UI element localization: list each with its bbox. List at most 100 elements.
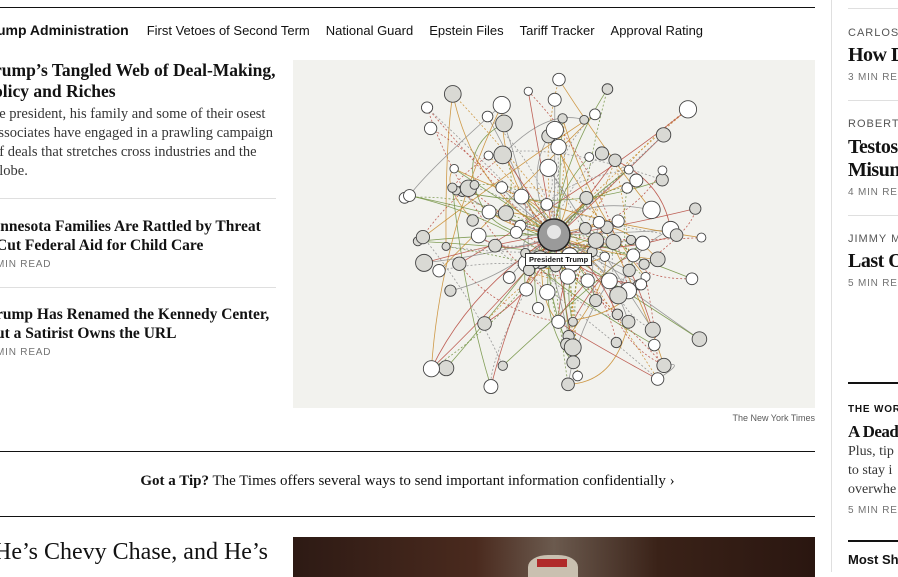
network-node[interactable] (470, 227, 487, 244)
network-node[interactable] (550, 138, 567, 156)
network-node[interactable] (519, 282, 534, 297)
network-node[interactable] (592, 216, 606, 229)
network-node[interactable] (420, 101, 434, 114)
network-node[interactable] (422, 360, 440, 378)
network-node[interactable] (559, 268, 576, 285)
network-node[interactable] (605, 234, 622, 250)
network-node[interactable] (655, 127, 672, 143)
network-node[interactable] (589, 294, 603, 308)
network-node[interactable] (594, 146, 610, 161)
network-node[interactable] (649, 251, 666, 268)
network-node[interactable] (656, 357, 672, 373)
network-node[interactable] (557, 113, 568, 124)
network-node[interactable] (452, 256, 467, 271)
network-node[interactable] (483, 379, 499, 394)
rail-feature-headline[interactable]: A Dead (848, 420, 898, 443)
network-node[interactable] (584, 152, 595, 162)
network-node[interactable] (623, 164, 634, 175)
nav-section-title[interactable]: ump Administration (0, 22, 129, 38)
network-node[interactable] (509, 225, 523, 239)
network-node[interactable] (513, 188, 530, 205)
network-node[interactable] (601, 83, 614, 95)
network-node[interactable] (669, 228, 684, 242)
network-node[interactable] (579, 191, 594, 205)
network-node[interactable] (626, 248, 641, 263)
deal-network-graphic[interactable]: President Trump (293, 60, 815, 408)
network-node[interactable] (561, 377, 575, 392)
nav-link-vetoes[interactable]: First Vetoes of Second Term (147, 23, 310, 38)
story-headline-minnesota[interactable]: innesota Families Are Rattled by Threat … (0, 217, 281, 255)
network-node[interactable] (621, 182, 633, 194)
network-node[interactable] (522, 263, 536, 277)
network-node[interactable] (481, 204, 497, 220)
tip-promo[interactable]: Got a Tip? The Times offers several ways… (0, 473, 815, 490)
network-node[interactable] (545, 120, 564, 140)
network-node[interactable] (551, 314, 566, 329)
network-node[interactable] (689, 202, 702, 215)
network-node[interactable] (608, 153, 622, 167)
bottom-story-photo[interactable] (293, 537, 815, 577)
rail-headline[interactable]: Testoste Misund (848, 136, 898, 182)
network-node[interactable] (691, 331, 708, 347)
network-node[interactable] (438, 360, 455, 377)
network-node[interactable] (469, 180, 480, 190)
network-node[interactable] (589, 108, 601, 121)
nav-link-tariff-tracker[interactable]: Tariff Tracker (520, 23, 595, 38)
network-node[interactable] (611, 308, 624, 321)
network-node[interactable] (547, 92, 562, 107)
network-node[interactable] (441, 241, 451, 251)
network-node[interactable] (477, 316, 492, 331)
network-node[interactable] (638, 258, 650, 270)
network-node[interactable] (696, 232, 707, 243)
network-node[interactable] (483, 150, 494, 161)
network-node[interactable] (563, 338, 582, 357)
network-node[interactable] (625, 234, 637, 246)
network-node[interactable] (622, 263, 636, 278)
network-node[interactable] (650, 372, 665, 386)
network-node[interactable] (466, 214, 479, 227)
story-headline-kennedy-center[interactable]: rump Has Renamed the Kennedy Center, ut … (0, 305, 281, 343)
network-node[interactable] (648, 338, 661, 352)
bottom-story-headline[interactable]: He’s Chevy Chase, and He’s (0, 538, 284, 566)
network-node[interactable] (493, 145, 512, 165)
nav-link-national-guard[interactable]: National Guard (326, 23, 413, 38)
rail-most-shared-heading[interactable]: Most Sh (848, 552, 898, 567)
network-node[interactable] (610, 336, 622, 349)
network-node[interactable] (644, 321, 661, 338)
network-node[interactable] (601, 272, 618, 290)
network-node[interactable] (642, 200, 661, 220)
network-node[interactable] (423, 121, 438, 136)
network-node[interactable] (599, 251, 610, 262)
network-node[interactable] (432, 264, 446, 278)
lead-story-summary[interactable]: he president, his family and some of the… (0, 105, 277, 181)
network-node[interactable] (579, 222, 592, 235)
network-node[interactable] (415, 230, 431, 245)
network-node[interactable] (495, 114, 513, 133)
network-node[interactable] (449, 164, 459, 174)
network-node[interactable] (572, 370, 583, 382)
rail-headline[interactable]: How Di (848, 44, 898, 67)
network-node[interactable] (447, 182, 458, 193)
network-node[interactable] (497, 205, 514, 222)
network-node[interactable] (635, 278, 648, 291)
network-node[interactable] (539, 158, 558, 177)
lead-story-headline[interactable]: rump’s Tangled Web of Deal-Making, olicy… (0, 60, 279, 102)
network-node[interactable] (443, 85, 462, 103)
nav-link-epstein-files[interactable]: Epstein Files (429, 23, 503, 38)
network-node[interactable] (568, 316, 578, 327)
network-node[interactable] (497, 360, 508, 371)
network-node[interactable] (539, 284, 556, 301)
network-node[interactable] (611, 214, 625, 228)
network-node[interactable] (403, 189, 416, 202)
network-node[interactable] (415, 253, 434, 272)
rail-kicker[interactable]: THE WOR (848, 404, 898, 415)
network-node[interactable] (635, 235, 651, 251)
network-node[interactable] (532, 301, 545, 315)
network-node[interactable] (492, 95, 511, 115)
network-node[interactable] (685, 272, 699, 286)
nav-link-approval-rating[interactable]: Approval Rating (611, 23, 704, 38)
network-node[interactable] (495, 181, 508, 194)
network-node[interactable] (579, 114, 589, 125)
network-node[interactable] (502, 271, 516, 284)
network-node[interactable] (587, 232, 605, 249)
